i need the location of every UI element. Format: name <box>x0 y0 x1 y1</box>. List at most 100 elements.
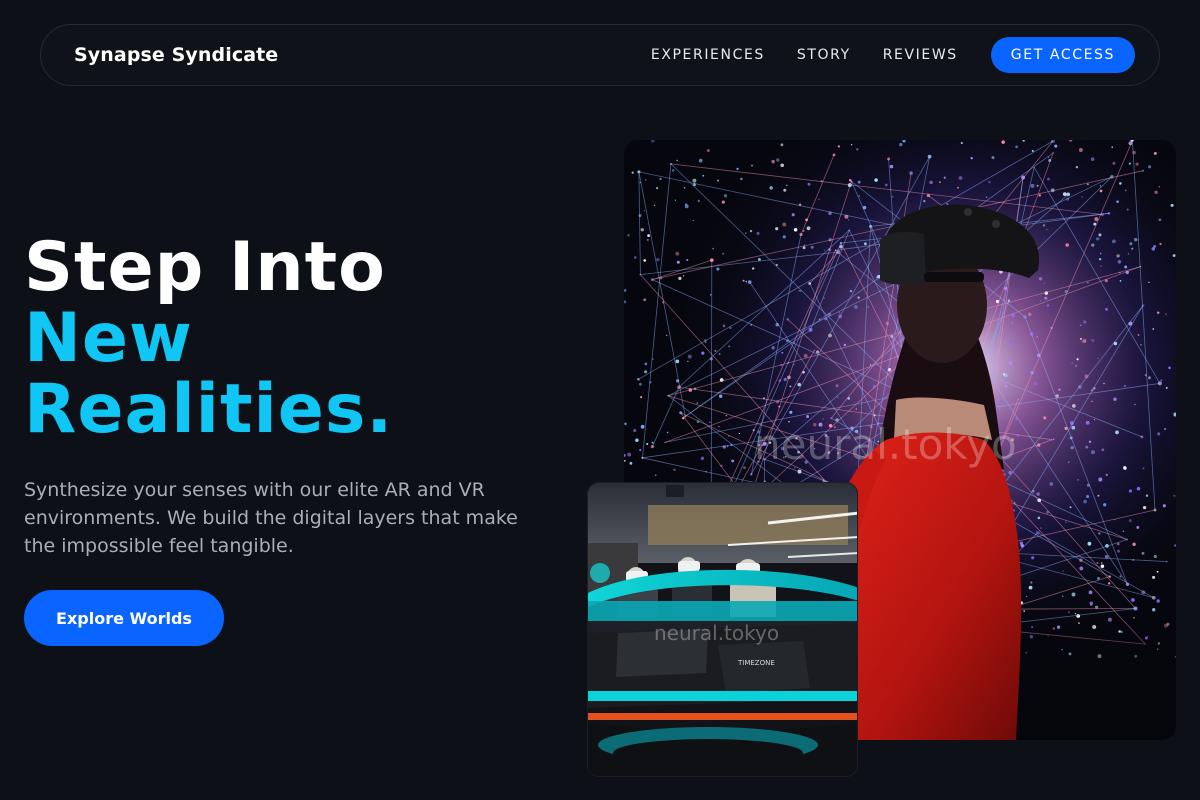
particle-dot <box>1162 504 1166 508</box>
particle-dot <box>1113 397 1117 401</box>
particle-dot <box>1036 336 1039 338</box>
hero-title-accent-line: New <box>24 299 193 378</box>
particle-dot <box>706 149 710 152</box>
particle-dot <box>742 279 745 282</box>
particle-dot <box>640 424 645 429</box>
particle-dot <box>781 351 784 354</box>
particle-dot <box>1061 595 1064 598</box>
particle-dot <box>783 377 787 382</box>
particle-dot <box>1173 494 1176 497</box>
particle-dot <box>673 468 676 471</box>
particle-dot <box>987 180 991 184</box>
particle-dot <box>1083 320 1087 324</box>
particle-dot <box>1086 281 1089 284</box>
nav-link-story[interactable]: STORY <box>797 47 851 63</box>
particle-dot <box>1154 190 1158 195</box>
particle-dot <box>1046 304 1050 307</box>
particle-dot <box>929 180 933 185</box>
nav-link-reviews[interactable]: REVIEWS <box>883 47 958 63</box>
hero-title-line: Step Into <box>24 228 386 307</box>
particle-dot <box>644 370 648 374</box>
particle-dot <box>752 267 755 270</box>
particle-dot <box>731 459 735 463</box>
hero-title: Step Into New Realities. <box>24 232 584 445</box>
particle-dot <box>1105 308 1108 311</box>
particle-dot <box>1076 358 1079 361</box>
particle-dot <box>1009 340 1013 344</box>
particle-dot <box>1160 379 1163 382</box>
particle-dot <box>854 305 858 309</box>
particle-dot <box>1128 489 1133 493</box>
vr-arcade-ride-image: TIMEZONE neural.tokyo <box>587 482 858 777</box>
particle-dot <box>638 214 642 217</box>
particle-dot <box>1083 499 1087 504</box>
particle-dot <box>643 298 647 302</box>
particle-dot <box>1078 148 1083 152</box>
particle-dot <box>1093 419 1095 421</box>
particle-dot <box>1124 189 1127 192</box>
particle-dot <box>1070 445 1074 450</box>
particle-dot <box>1040 527 1042 529</box>
brand-logo-text[interactable]: Synapse Syndicate <box>74 44 278 66</box>
particle-dot <box>1128 519 1132 523</box>
particle-dot <box>1156 570 1159 573</box>
particle-dot <box>1069 506 1072 509</box>
particle-dot <box>1165 386 1168 389</box>
particle-dot <box>704 341 707 344</box>
particle-dot <box>786 184 788 187</box>
particle-dot <box>1156 599 1160 603</box>
particle-dot <box>1119 182 1122 185</box>
particle-dot <box>1025 595 1028 598</box>
hero-subtitle: Synthesize your senses with our elite AR… <box>24 479 518 557</box>
particle-dot <box>1038 277 1043 281</box>
nav-link-experiences[interactable]: EXPERIENCES <box>651 47 765 63</box>
particle-dot <box>867 306 869 308</box>
particle-dot <box>1068 461 1070 463</box>
particle-dot <box>1038 194 1041 197</box>
particle-dot <box>1156 311 1160 314</box>
particle-dot <box>640 396 643 399</box>
particle-dot <box>1152 328 1155 330</box>
explore-worlds-button[interactable]: Explore Worlds <box>24 590 224 646</box>
particle-dot <box>1091 450 1095 455</box>
particle-dot <box>1100 265 1102 267</box>
particle-dot <box>1111 146 1113 148</box>
particle-dot <box>1098 477 1103 482</box>
particle-dot <box>718 425 720 428</box>
particle-dot <box>1158 186 1161 188</box>
particle-dot <box>1152 575 1156 579</box>
particle-dot <box>640 228 644 232</box>
particle-dot <box>843 343 847 347</box>
particle-dot <box>717 179 720 182</box>
particle-dot <box>745 280 748 283</box>
particle-dot <box>780 143 784 147</box>
particle-dot <box>624 422 627 426</box>
particle-dot <box>1004 384 1008 388</box>
particle-dot <box>1054 144 1058 148</box>
particle-dot <box>850 144 853 146</box>
particle-dot <box>1159 242 1162 246</box>
particle-dot <box>684 204 689 209</box>
particle-dot <box>1006 357 1008 359</box>
particle-dot <box>1042 224 1046 227</box>
particle-dot <box>985 196 988 198</box>
particle-dot <box>629 461 633 465</box>
particle-dot <box>1080 338 1082 340</box>
particle-dot <box>1028 312 1032 316</box>
particle-dot <box>1079 566 1084 571</box>
particle-dot <box>676 159 678 162</box>
particle-dot <box>625 142 628 145</box>
particle-dot <box>647 234 650 237</box>
particle-dot <box>643 209 646 212</box>
particle-dot <box>835 384 839 388</box>
particle-dot <box>1097 357 1099 359</box>
particle-dot <box>678 276 682 280</box>
particle-dot <box>857 180 861 184</box>
particle-dot <box>1112 161 1116 165</box>
particle-dot <box>1062 570 1064 572</box>
particle-dot <box>889 164 894 169</box>
get-access-button[interactable]: GET ACCESS <box>990 37 1135 73</box>
particle-dot <box>698 158 703 163</box>
particle-dot <box>1079 324 1082 327</box>
particle-dot <box>1091 243 1095 247</box>
